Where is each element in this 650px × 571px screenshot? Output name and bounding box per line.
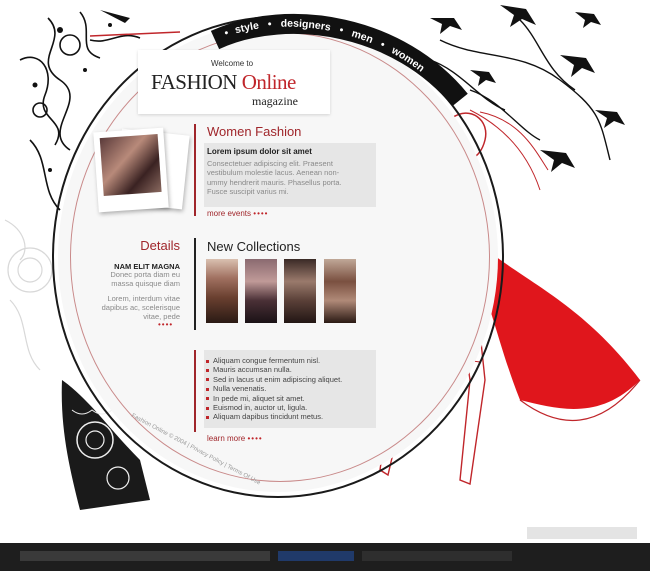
details-title: Details: [140, 238, 180, 253]
collection-thumb-2[interactable]: [245, 259, 277, 323]
strip-block-dark: [20, 551, 270, 561]
more-events-label: more events: [207, 209, 252, 218]
details-text-a: Donec porta diam eu massa quisque diam: [90, 270, 180, 288]
divider-women-fashion: [194, 124, 196, 216]
details-line-b1: Lorem, interdum vitae: [107, 294, 180, 303]
details-line-a1: Donec porta diam eu: [110, 270, 180, 279]
list-item[interactable]: Aliquam congue fermentum nisl.: [206, 356, 342, 365]
watermark-band: [527, 527, 637, 539]
details-dots: ••••: [158, 320, 174, 329]
red-accent-stroke: [89, 31, 181, 37]
list-item[interactable]: Sed in lacus ut enim adipiscing aliquet.: [206, 375, 342, 384]
details-line-b2: dapibus ac, scelerisque: [101, 303, 180, 312]
collection-thumb-1[interactable]: [206, 259, 238, 323]
featured-photo: [99, 134, 162, 196]
women-fashion-line-3: ummy hendrerit mauris. Phasellus porta.: [207, 177, 342, 187]
list-item[interactable]: Euismod in, auctor ut, ligula.: [206, 403, 342, 412]
list-item[interactable]: In pede mi, aliquet sit amet.: [206, 394, 342, 403]
collections-list: Aliquam congue fermentum nisl. Mauris ac…: [206, 356, 342, 422]
strip-block-blue: [278, 551, 354, 561]
list-item[interactable]: Nulla venenatis.: [206, 384, 342, 393]
welcome-text: Welcome to: [211, 59, 254, 68]
list-item[interactable]: Mauris accumsan nulla.: [206, 365, 342, 374]
strip-block-grey: [362, 551, 512, 561]
details-text-b: Lorem, interdum vitae dapibus ac, sceler…: [90, 294, 180, 321]
divider-list: [194, 350, 196, 432]
women-fashion-line-1: Consectetuer adipiscing elit. Praesent: [207, 159, 333, 168]
women-fashion-text: Consectetuer adipiscing elit. Praesent v…: [207, 159, 342, 197]
details-more-dots[interactable]: ••••: [158, 320, 173, 329]
women-fashion-line-4: Fusce suscipit varius mi.: [207, 187, 289, 197]
logo-subtitle: magazine: [252, 94, 298, 108]
collection-thumb-3[interactable]: [284, 259, 316, 323]
grey-floral-left: [4, 219, 53, 371]
site-logo[interactable]: FASHION Online: [151, 70, 296, 95]
new-collections-title: New Collections: [207, 239, 301, 254]
learn-more-label: learn more: [207, 434, 246, 443]
collection-thumb-4[interactable]: [324, 259, 356, 323]
logo-word-online: Online: [241, 70, 297, 94]
learn-more-link[interactable]: learn more ••••: [207, 434, 263, 443]
women-fashion-heading: Lorem ipsum dolor sit amet: [207, 147, 312, 156]
divider-collections: [194, 238, 196, 330]
list-item[interactable]: Aliquam dapibus tincidunt metus.: [206, 412, 342, 421]
featured-photo-frame[interactable]: [93, 127, 169, 213]
more-events-dots: ••••: [253, 209, 269, 218]
learn-more-dots: ••••: [247, 434, 263, 443]
more-events-link[interactable]: more events ••••: [207, 209, 268, 218]
logo-word-fashion: FASHION: [151, 70, 237, 94]
details-line-a2: massa quisque diam: [111, 279, 180, 288]
women-fashion-line-2: vestibulum molestie lacus. Aenean non-: [207, 168, 340, 178]
women-fashion-title: Women Fashion: [207, 124, 302, 139]
page: • style • designers • men • women Welcom…: [0, 0, 650, 571]
